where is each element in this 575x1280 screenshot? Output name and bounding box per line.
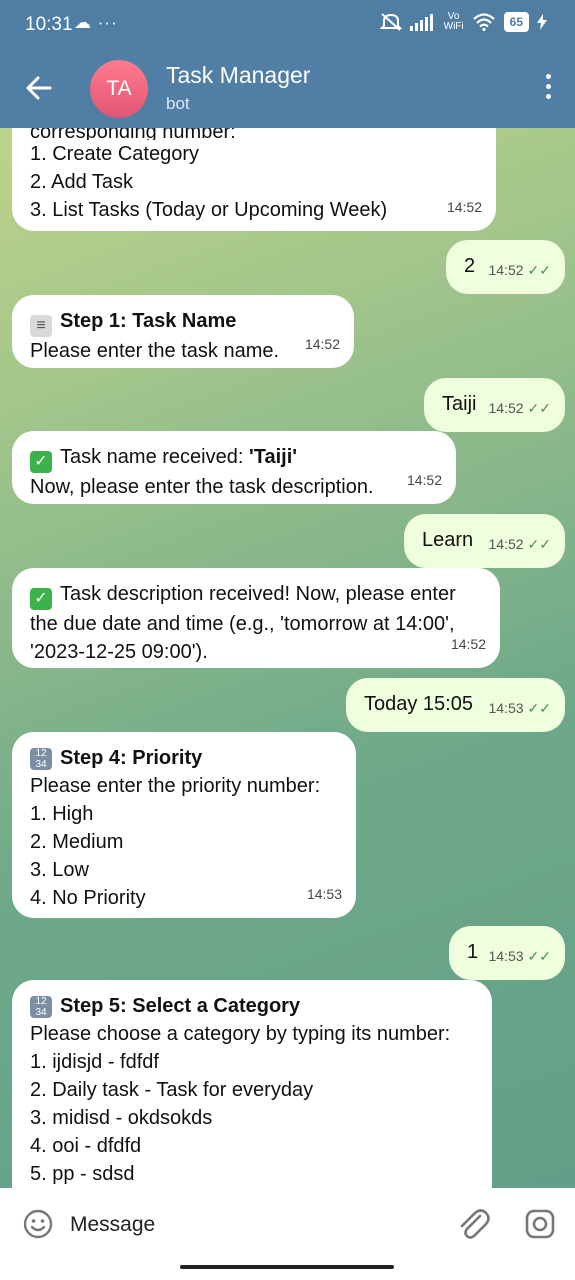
message-line: 5. pp - sdsd	[30, 1163, 135, 1185]
message-line: 1. High	[30, 803, 94, 825]
incoming-message[interactable]: 12 34 Step 5: Select a Category Please cho…	[12, 980, 492, 1188]
numbers-emoji-top: 12	[35, 996, 47, 1007]
message-text: Taiji	[442, 393, 477, 415]
incoming-message[interactable]: ✓ Task name received: 'Taiji' Now, please…	[12, 431, 456, 504]
message-text: Now, please enter the task description.	[30, 476, 374, 498]
message-text: '2023-12-25 09:00').	[30, 641, 208, 663]
message-line: 2. Medium	[30, 831, 124, 853]
avatar[interactable]: TA	[90, 60, 148, 118]
message-text: the due date and time (e.g., 'tomorrow a…	[30, 613, 455, 635]
message-line: 2. Daily task - Task for everyday	[30, 1079, 314, 1101]
message-text: 1	[467, 941, 479, 963]
message-text: Task description received! Now, please e…	[60, 583, 456, 605]
message-time: 14:52	[406, 472, 442, 488]
message-time: 14:53	[306, 886, 342, 902]
message-time: 14:52	[488, 262, 524, 278]
message-line: 4. ooi - dfdfd	[30, 1135, 142, 1157]
status-right-icons: Vo WiFi 65	[379, 12, 547, 32]
message-line: 4. No Priority	[30, 887, 146, 909]
chat-subtitle: bot	[166, 94, 190, 113]
message-time: 14:52	[450, 636, 486, 652]
message-text: 2	[464, 255, 476, 277]
notification-icons: ☁ ···	[74, 13, 118, 32]
wifi-icon	[472, 13, 495, 31]
more-options-icon[interactable]	[543, 74, 553, 104]
message-meta: 14:53 ✓✓	[488, 694, 551, 722]
outgoing-message[interactable]: Taiji 14:52 ✓✓	[424, 378, 565, 432]
message-line: corresponding number:	[30, 128, 236, 140]
message-text: Learn	[422, 529, 474, 551]
message-input[interactable]	[68, 1204, 432, 1246]
message-meta: 14:52 ✓✓	[488, 394, 551, 422]
message-meta: 14:53 ✓✓	[488, 942, 551, 970]
message-text: Please enter the task name.	[30, 340, 280, 362]
message-meta: 14:52 ✓✓	[488, 256, 551, 284]
outgoing-message[interactable]: Today 15:05 14:53 ✓✓	[346, 678, 565, 732]
message-line: 3. Low	[30, 859, 89, 881]
incoming-message[interactable]: ≡ Step 1: Task Name Please enter the task…	[12, 295, 354, 368]
numbers-emoji-icon: 12 34	[30, 748, 52, 770]
status-time: 10:31	[25, 14, 73, 35]
vowifi-line2: WiFi	[443, 21, 464, 32]
read-ticks-icon: ✓✓	[527, 400, 551, 416]
message-text: Today 15:05	[364, 693, 473, 715]
message-time: 14:53	[488, 700, 524, 716]
message-list[interactable]: corresponding number: 1. Create Category…	[0, 128, 575, 1188]
numbers-emoji-bottom: 34	[35, 759, 47, 770]
read-ticks-icon: ✓✓	[527, 948, 551, 964]
message-text: Task name received:	[60, 446, 249, 468]
check-mark-icon: ✓	[30, 588, 52, 610]
step-title: Step 4: Priority	[60, 747, 203, 769]
status-bar: 10:31 ☁ ··· Vo WiFi 65	[0, 0, 575, 50]
message-line: 1. Create Category	[30, 143, 199, 165]
vowifi-label: Vo WiFi	[444, 12, 464, 32]
outgoing-message[interactable]: Learn 14:52 ✓✓	[404, 514, 565, 568]
signal-icon	[409, 14, 433, 31]
message-line: Please enter the priority number:	[30, 775, 321, 797]
message-line: 1. ijdisjd - fdfdf	[30, 1051, 159, 1073]
page-emoji-icon: ≡	[30, 315, 52, 337]
message-line: 3. midisd - okdsokds	[30, 1107, 213, 1129]
home-indicator[interactable]	[180, 1265, 394, 1269]
incoming-message[interactable]: corresponding number: 1. Create Category…	[12, 128, 496, 231]
numbers-emoji-bottom: 34	[35, 1007, 47, 1018]
charging-icon	[537, 14, 547, 30]
check-mark-icon: ✓	[30, 451, 52, 473]
message-time: 14:52	[446, 199, 482, 215]
battery-indicator: 65	[503, 12, 529, 32]
chat-title[interactable]: Task Manager	[166, 62, 310, 89]
message-composer	[0, 1188, 575, 1260]
message-time: 14:52	[304, 336, 340, 352]
message-line: 3. List Tasks (Today or Upcoming Week)	[30, 199, 388, 221]
back-arrow-icon[interactable]	[24, 68, 54, 108]
step-title: Step 1: Task Name	[60, 310, 237, 332]
message-time: 14:52	[488, 400, 524, 416]
message-meta: 14:52 ✓✓	[488, 530, 551, 558]
message-time: 14:53	[488, 948, 524, 964]
incoming-message[interactable]: 12 34 Step 4: Priority Please enter the pr…	[12, 732, 356, 918]
read-ticks-icon: ✓✓	[527, 536, 551, 552]
read-ticks-icon: ✓✓	[527, 262, 551, 278]
system-nav-bar	[0, 1260, 575, 1280]
incoming-message[interactable]: ✓ Task description received! Now, please …	[12, 568, 500, 668]
message-line: 2. Add Task	[30, 171, 134, 193]
step-title: Step 5: Select a Category	[60, 995, 301, 1017]
outgoing-message[interactable]: 1 14:53 ✓✓	[449, 926, 565, 980]
message-time: 14:52	[488, 536, 524, 552]
camera-icon[interactable]	[524, 1208, 556, 1240]
mute-icon	[379, 13, 402, 31]
numbers-emoji-icon: 12 34	[30, 996, 52, 1018]
attach-icon[interactable]	[456, 1206, 490, 1242]
chat-header: TA Task Manager bot	[0, 50, 575, 128]
emoji-icon[interactable]	[22, 1208, 54, 1240]
message-line: Please choose a category by typing its n…	[30, 1023, 451, 1045]
numbers-emoji-top: 12	[35, 748, 47, 759]
read-ticks-icon: ✓✓	[527, 700, 551, 716]
outgoing-message[interactable]: 2 14:52 ✓✓	[446, 240, 565, 294]
task-name-value: 'Taiji'	[248, 446, 298, 468]
